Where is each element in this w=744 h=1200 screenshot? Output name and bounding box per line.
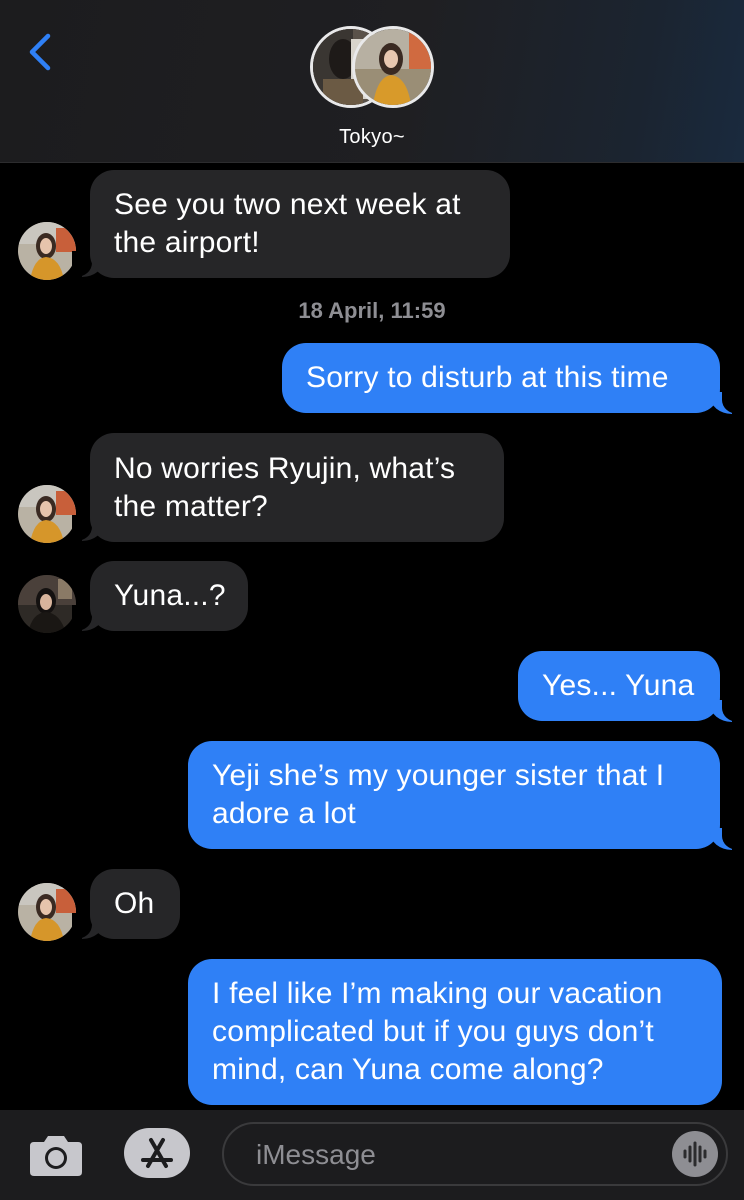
message-line: the airport!	[114, 226, 260, 259]
message-text: See you two next week at the airport!	[114, 186, 461, 262]
compose-bar	[0, 1110, 744, 1200]
message-text: Yes... Yuna	[542, 669, 695, 702]
message-text: Sorry to disturb at this time	[306, 361, 669, 394]
outgoing-message[interactable]: Yes... Yuna	[518, 651, 720, 721]
message-line: I feel like I’m making our vacation	[212, 977, 663, 1010]
bubble-tail	[710, 696, 742, 722]
sender-avatar[interactable]	[18, 575, 76, 633]
messages-screen: Tokyo~ See you two next week at the airp…	[0, 0, 744, 1200]
message-line: mind, can Yuna come along?	[212, 1053, 604, 1086]
chevron-left-icon	[29, 33, 51, 71]
incoming-message[interactable]: Yuna...?	[90, 561, 248, 631]
outgoing-message[interactable]: I feel like I’m making our vacation comp…	[188, 959, 722, 1105]
sender-avatar[interactable]	[18, 883, 76, 941]
outgoing-message[interactable]: Sorry to disturb at this time	[282, 343, 720, 413]
incoming-message[interactable]: No worries Ryujin, what’s the matter?	[90, 433, 504, 542]
outgoing-message[interactable]: Yeji she’s my younger sister that I ador…	[188, 741, 720, 849]
conversation-header: Tokyo~	[0, 0, 744, 163]
app-store-button[interactable]	[124, 1128, 190, 1178]
back-button[interactable]	[22, 30, 62, 74]
message-line: adore a lot	[212, 797, 356, 830]
sender-avatar[interactable]	[18, 485, 76, 543]
group-avatar-photo-2	[352, 26, 434, 108]
message-input[interactable]	[254, 1124, 658, 1186]
message-text: Yuna...?	[114, 579, 226, 612]
message-text: Yeji she’s my younger sister that I ador…	[212, 757, 664, 833]
message-thread[interactable]: See you two next week at the airport! 18…	[0, 163, 744, 1110]
app-store-icon	[141, 1138, 173, 1168]
sender-avatar[interactable]	[18, 222, 76, 280]
group-avatar[interactable]	[310, 26, 436, 112]
message-text: I feel like I’m making our vacation comp…	[212, 975, 663, 1089]
group-name[interactable]: Tokyo~	[0, 126, 744, 149]
camera-icon	[30, 1136, 82, 1176]
message-line: Yeji she’s my younger sister that I	[212, 759, 665, 792]
message-line: No worries Ryujin, what’s	[114, 451, 456, 485]
message-line: See you two next week at	[114, 188, 461, 221]
imessage-field[interactable]	[222, 1122, 728, 1186]
message-text: No worries Ryujin, what’s the matter?	[114, 450, 455, 526]
bubble-tail	[710, 388, 742, 414]
audio-message-button[interactable]	[672, 1131, 718, 1177]
message-line: complicated but if you guys don’t	[212, 1015, 654, 1048]
audio-waveform-icon	[683, 1141, 707, 1167]
message-line: the matter?	[114, 489, 268, 523]
timestamp: 18 April, 11:59	[298, 298, 446, 323]
incoming-message[interactable]: See you two next week at the airport!	[90, 170, 510, 278]
camera-button[interactable]	[28, 1130, 84, 1178]
incoming-message[interactable]: Oh	[90, 869, 180, 939]
message-text: Oh	[114, 887, 155, 920]
bubble-tail	[710, 824, 742, 850]
